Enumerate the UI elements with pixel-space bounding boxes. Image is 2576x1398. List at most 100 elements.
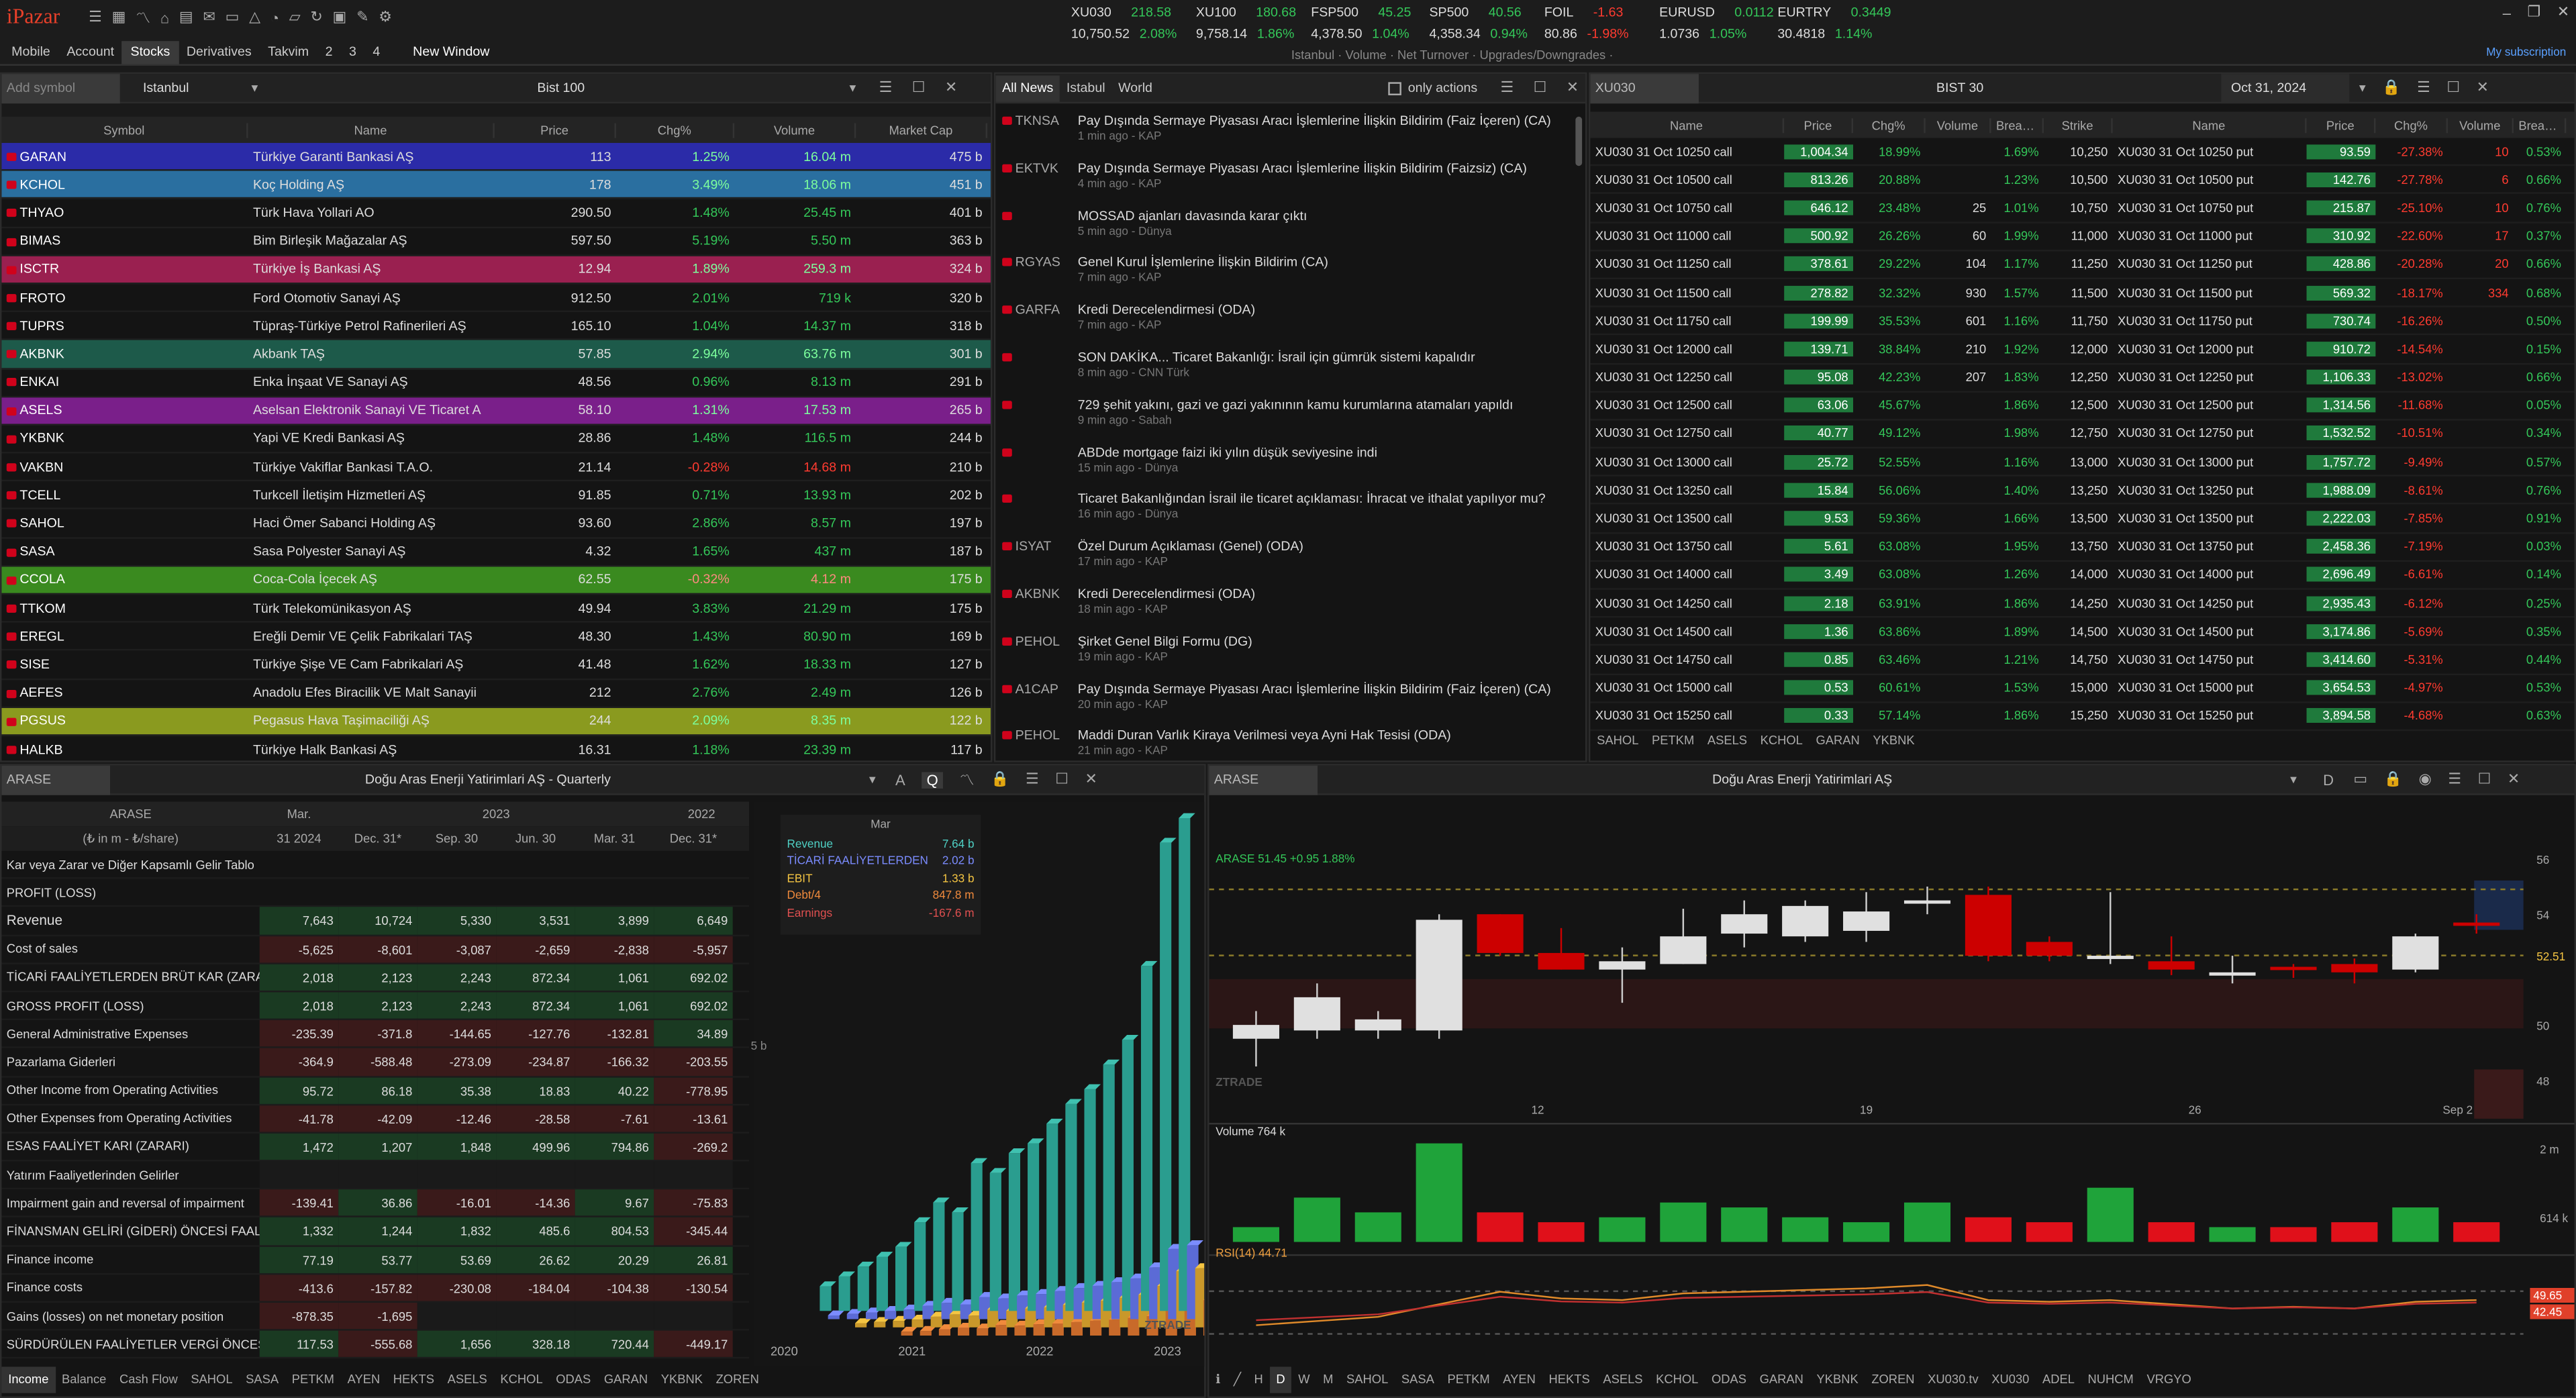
list-item[interactable]: SON DAKİKA... Ticaret Bakanlığı: İsrail … bbox=[995, 346, 1585, 393]
table-row[interactable]: SAHOL Haci Ömer Sabanci Holding AŞ 93.60 2.… bbox=[1, 510, 991, 538]
period-header[interactable]: Dec. 31* bbox=[338, 832, 417, 846]
notes-icon[interactable]: ▣ bbox=[333, 8, 347, 26]
lock-icon[interactable]: 🔒 bbox=[2384, 770, 2402, 789]
table-row[interactable]: XU030 31 Oct 14000 call 3.49 63.08% 1.26% 14… bbox=[1590, 562, 2575, 590]
list-item[interactable]: MOSSAD ajanları davasında karar çıktı 5 m… bbox=[995, 205, 1585, 252]
column-header[interactable]: Chg% bbox=[2375, 117, 2448, 133]
mail-icon[interactable]: ✉ bbox=[203, 8, 215, 26]
table-row[interactable]: ESAS FAALİYET KARI (ZARARI) 1,472 1,207 1,8… bbox=[1, 1133, 750, 1162]
column-header[interactable]: Name bbox=[248, 122, 495, 138]
chevron-down-icon[interactable]: ▾ bbox=[2359, 81, 2366, 95]
minimize-icon[interactable]: – bbox=[2503, 4, 2511, 20]
table-row[interactable]: TUPRS Tüpraş-Türkiye Petrol Rafinerileri … bbox=[1, 312, 991, 341]
table-row[interactable]: SISE Türkiye Şişe VE Cam Fabrikalari AŞ 41… bbox=[1, 651, 991, 680]
column-header[interactable]: Breakev bbox=[1991, 117, 2044, 133]
options-list[interactable]: BIST 30 bbox=[1699, 81, 2221, 95]
list-item[interactable]: ABDde mortgage faizi iki yılın düşük sev… bbox=[995, 441, 1585, 488]
table-row[interactable]: XU030 31 Oct 12500 call 63.06 45.67% 1.86% 1… bbox=[1590, 392, 2575, 421]
only-actions-checkbox[interactable] bbox=[1388, 81, 1402, 95]
menu-icon[interactable]: ☰ bbox=[2448, 770, 2461, 789]
table-row[interactable]: BIMAS Bim Birleşik Mağazalar AŞ 597.50 5.19… bbox=[1, 228, 991, 256]
chart-tab[interactable]: AYEN bbox=[1497, 1366, 1542, 1393]
table-row[interactable]: XU030 31 Oct 15250 call 0.33 57.14% 1.86% 15… bbox=[1590, 703, 2575, 732]
mode-tab[interactable]: 4 bbox=[364, 41, 388, 64]
news-tab[interactable]: Istabul bbox=[1060, 74, 1111, 101]
table-row[interactable]: PROFIT (LOSS) bbox=[1, 879, 750, 908]
chart-symbol-input[interactable]: ARASE bbox=[1209, 765, 1318, 795]
grid-icon[interactable]: ▤ bbox=[179, 8, 193, 26]
maximize-icon[interactable]: ☐ bbox=[2478, 770, 2491, 789]
table-row[interactable]: Pazarlama Giderleri -364.9 -588.48 -273.09-… bbox=[1, 1048, 750, 1077]
maximize-icon[interactable]: ☐ bbox=[2446, 79, 2460, 97]
chart-tab[interactable]: D bbox=[1269, 1366, 1292, 1393]
table-row[interactable]: Impairment gain and reversal of impairme… bbox=[1, 1189, 750, 1218]
menu-icon[interactable]: ☰ bbox=[1026, 770, 1039, 789]
financials-tab[interactable]: GARAN bbox=[597, 1366, 654, 1393]
table-row[interactable]: XU030 31 Oct 14500 call 1.36 63.86% 1.89% 14… bbox=[1590, 618, 2575, 646]
chat-icon[interactable]: ▱ bbox=[289, 8, 301, 26]
list-item[interactable]: GARFA Kredi Derecelendirmesi (ODA) 7 min a… bbox=[995, 299, 1585, 346]
alert-icon[interactable]: △ bbox=[249, 8, 260, 26]
table-row[interactable]: Yatırım Faaliyetlerinden Gelirler bbox=[1, 1161, 750, 1190]
table-row[interactable]: XU030 31 Oct 10250 call 1,004.34 18.99% 1.6… bbox=[1590, 138, 2575, 166]
exchange-select[interactable]: Istanbul bbox=[120, 81, 252, 95]
period-header[interactable]: Mar. 31 bbox=[575, 832, 654, 846]
rss-icon[interactable]: ◔ bbox=[270, 9, 279, 25]
chart-tab[interactable]: KCHOL bbox=[1649, 1366, 1705, 1393]
symbol-tab[interactable]: PETKM bbox=[1645, 728, 1701, 754]
symbol-tab[interactable]: KCHOL bbox=[1754, 728, 1810, 754]
financials-symbol-input[interactable]: ARASE bbox=[1, 765, 110, 795]
table-row[interactable]: PGSUS Pegasus Hava Taşimaciliği AŞ 244 2.09… bbox=[1, 707, 991, 736]
list-select[interactable]: Bist 100 bbox=[537, 81, 849, 95]
financials-tab[interactable]: Income bbox=[1, 1366, 56, 1393]
table-row[interactable]: CCOLA Coca-Cola İçecek AŞ 62.55 -0.32% 4.12 … bbox=[1, 566, 991, 595]
close-icon[interactable]: ✕ bbox=[2508, 770, 2520, 789]
chart-tab[interactable]: ODAS bbox=[1705, 1366, 1753, 1393]
financials-tab[interactable]: SAHOL bbox=[185, 1366, 240, 1393]
bank-icon[interactable]: ⌂ bbox=[160, 9, 169, 25]
chart-line-icon[interactable]: 〽 bbox=[136, 7, 150, 28]
lock-icon[interactable]: 🔒 bbox=[2382, 79, 2400, 97]
chart-tab[interactable]: SASA bbox=[1395, 1366, 1441, 1393]
table-row[interactable]: XU030 31 Oct 11500 call 278.82 32.32% 930 1.… bbox=[1590, 279, 2575, 308]
symbol-tab[interactable]: GARAN bbox=[1810, 728, 1867, 754]
table-row[interactable]: TCELL Turkcell İletişim Hizmetleri AŞ 91.8… bbox=[1, 482, 991, 510]
layout-icon[interactable]: ▭ bbox=[2353, 770, 2367, 789]
table-row[interactable]: XU030 31 Oct 14750 call 0.85 63.46% 1.21% 14… bbox=[1590, 646, 2575, 675]
financials-tab[interactable]: HEKTS bbox=[387, 1366, 441, 1393]
menu-icon[interactable]: ☰ bbox=[2417, 79, 2430, 97]
chart-tab[interactable]: W bbox=[1291, 1366, 1316, 1393]
period-header[interactable]: Sep. 30 bbox=[417, 832, 496, 846]
maximize-icon[interactable]: ☐ bbox=[1534, 79, 1547, 97]
chart-tab[interactable]: YKBNK bbox=[1810, 1366, 1865, 1393]
table-row[interactable]: YKBNK Yapi VE Kredi Bankasi AŞ 28.86 1.48% 1… bbox=[1, 426, 991, 454]
chart-tab[interactable]: SAHOL bbox=[1340, 1366, 1395, 1393]
financials-tab[interactable]: ZOREN bbox=[709, 1366, 766, 1393]
refresh-icon[interactable]: ↻ bbox=[310, 8, 322, 26]
mode-tab[interactable]: Mobile bbox=[3, 41, 58, 64]
ticker-name[interactable]: FSP500 45.25 bbox=[1311, 3, 1411, 23]
column-header[interactable]: Price bbox=[2307, 117, 2376, 133]
financials-tab[interactable]: AYEN bbox=[341, 1366, 387, 1393]
column-header[interactable]: Volume bbox=[1926, 117, 1991, 133]
drawing-icon[interactable]: ╱ bbox=[1227, 1366, 1248, 1393]
chart-tab[interactable]: XU030.tv bbox=[1921, 1366, 1985, 1393]
news-tab[interactable]: All News bbox=[995, 74, 1060, 101]
chart-tab[interactable]: HEKTS bbox=[1542, 1366, 1597, 1393]
mode-tab[interactable]: 3 bbox=[341, 41, 364, 64]
financials-tab[interactable]: PETKM bbox=[285, 1366, 341, 1393]
financials-tab[interactable]: KCHOL bbox=[494, 1366, 550, 1393]
financials-tab[interactable]: Cash Flow bbox=[113, 1366, 184, 1393]
ticker-name[interactable]: SP500 40.56 bbox=[1429, 3, 1521, 23]
column-header[interactable]: Price bbox=[1784, 117, 1854, 133]
gear-icon[interactable]: ⚙ bbox=[379, 8, 392, 26]
table-row[interactable]: XU030 31 Oct 11750 call 199.99 35.53% 601 1.… bbox=[1590, 307, 2575, 336]
table-row[interactable]: ASELS Aselsan Elektronik Sanayi VE Ticare… bbox=[1, 397, 991, 426]
symbol-tab[interactable]: ASELS bbox=[1701, 728, 1754, 754]
expiry-date-select[interactable]: Oct 31, 2024 bbox=[2221, 74, 2350, 103]
table-row[interactable]: XU030 31 Oct 13500 call 9.53 59.36% 1.66% 13… bbox=[1590, 505, 2575, 534]
table-row[interactable]: HALKB Türkiye Halk Bankasi AŞ 16.31 1.18% 23… bbox=[1, 736, 991, 760]
period-header[interactable]: Dec. 31* bbox=[654, 832, 732, 846]
list-item[interactable]: TKNSA Pay Dışında Sermaye Piyasası Aracı … bbox=[995, 110, 1585, 157]
table-icon[interactable]: ▦ bbox=[112, 8, 126, 26]
